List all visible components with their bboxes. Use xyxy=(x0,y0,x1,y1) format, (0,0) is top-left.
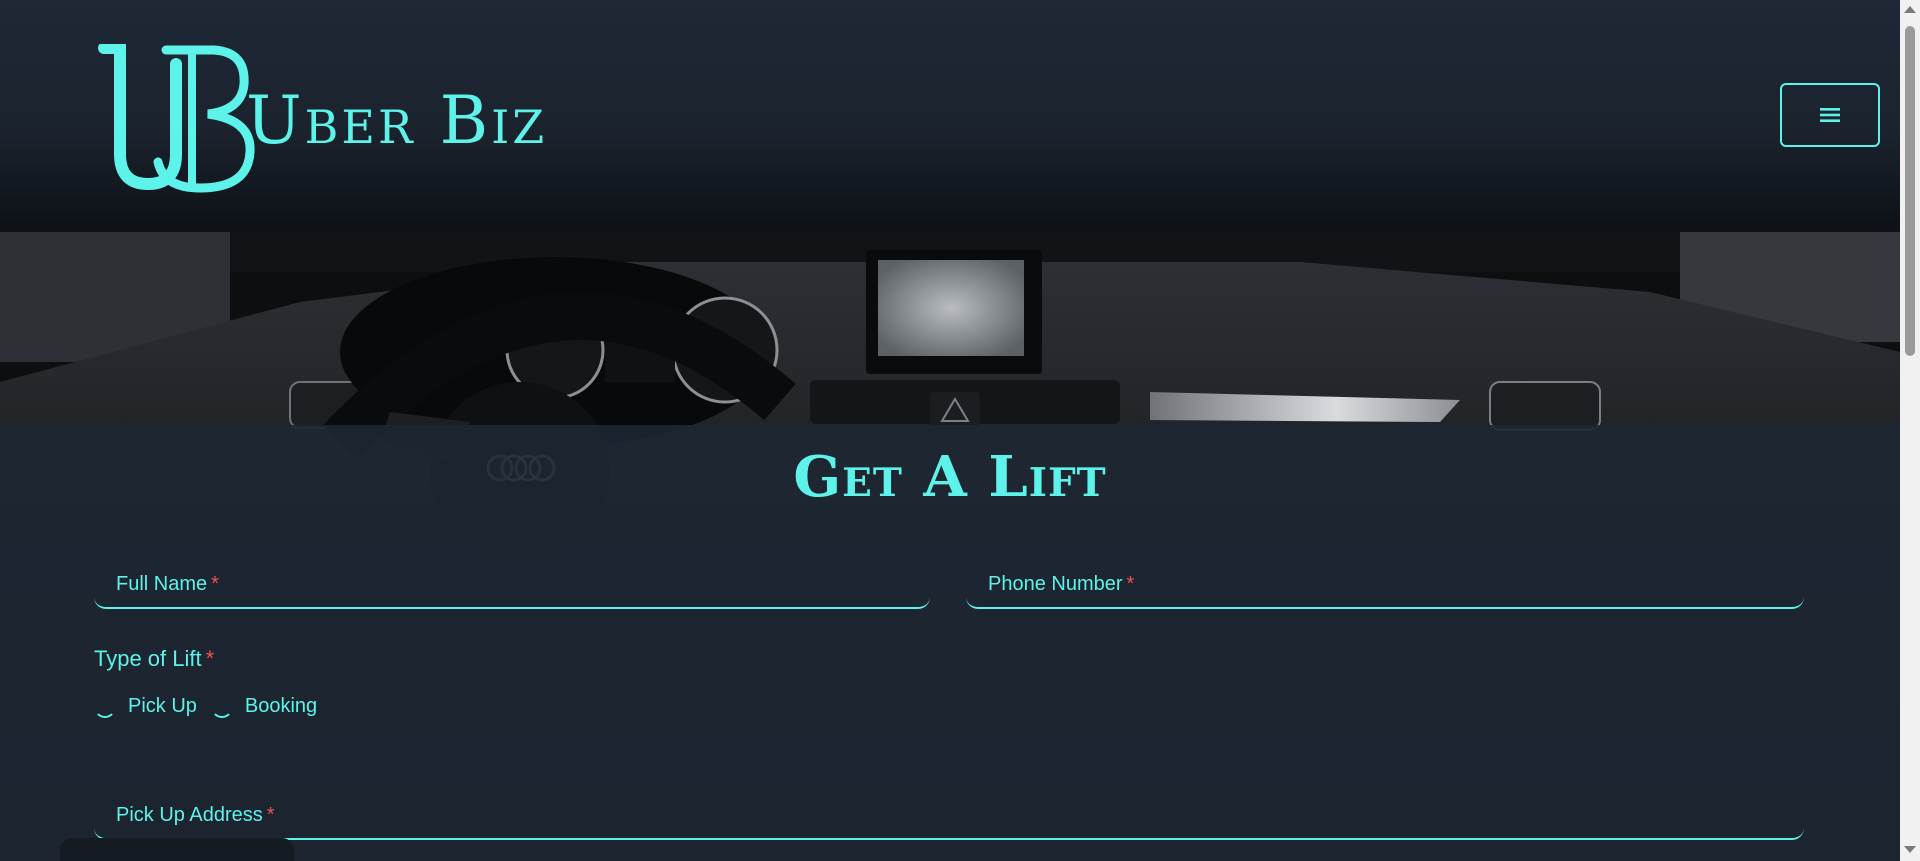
required-asterisk: * xyxy=(266,804,275,826)
radio-pick-up[interactable]: Pick Up xyxy=(94,694,197,718)
radio-booking[interactable]: Booking xyxy=(210,694,318,718)
radio-pick-up-label: Pick Up xyxy=(128,694,197,717)
scroll-down-icon[interactable] xyxy=(1904,846,1916,853)
phone-number-label: Phone Number * xyxy=(988,573,1134,596)
site-header: Uber Biz xyxy=(0,0,1900,232)
scroll-up-icon[interactable] xyxy=(1904,6,1916,13)
pick-up-address-label-text: Pick Up Address xyxy=(116,804,263,826)
logo-text: Uber Biz xyxy=(246,82,548,159)
required-asterisk: * xyxy=(1126,573,1135,595)
radio-circle[interactable] xyxy=(94,696,116,718)
full-name-label-text: Full Name xyxy=(116,573,208,595)
phone-number-field[interactable]: Phone Number * xyxy=(966,553,1804,609)
menu-button[interactable] xyxy=(1780,83,1880,147)
lift-type-label: Type of Lift * xyxy=(94,646,214,672)
logo[interactable]: Uber Biz xyxy=(96,44,616,194)
required-asterisk: * xyxy=(205,646,215,671)
lift-type-label-text: Type of Lift xyxy=(94,646,202,671)
radio-circle[interactable] xyxy=(210,696,233,718)
phone-number-label-text: Phone Number xyxy=(988,573,1123,595)
required-asterisk: * xyxy=(211,573,219,595)
lift-type-options: Pick Up Booking xyxy=(94,694,331,718)
form-title: Get A Lift xyxy=(793,444,1107,510)
pick-up-address-label: Pick Up Address * xyxy=(116,804,275,827)
radio-booking-label: Booking xyxy=(244,694,318,717)
scrollbar[interactable] xyxy=(1900,0,1920,861)
ub-monogram-icon xyxy=(98,44,255,193)
page: Uber Biz Get A Lift Full Name * Phone Num… xyxy=(0,0,1920,861)
bottom-floating-tab xyxy=(60,838,294,861)
full-name-field[interactable]: Full Name * xyxy=(94,553,930,609)
full-name-label: Full Name * xyxy=(116,573,219,596)
pick-up-address-field[interactable]: Pick Up Address * xyxy=(94,784,1804,840)
hamburger-menu-icon xyxy=(1820,108,1840,122)
scroll-thumb[interactable] xyxy=(1905,26,1915,356)
